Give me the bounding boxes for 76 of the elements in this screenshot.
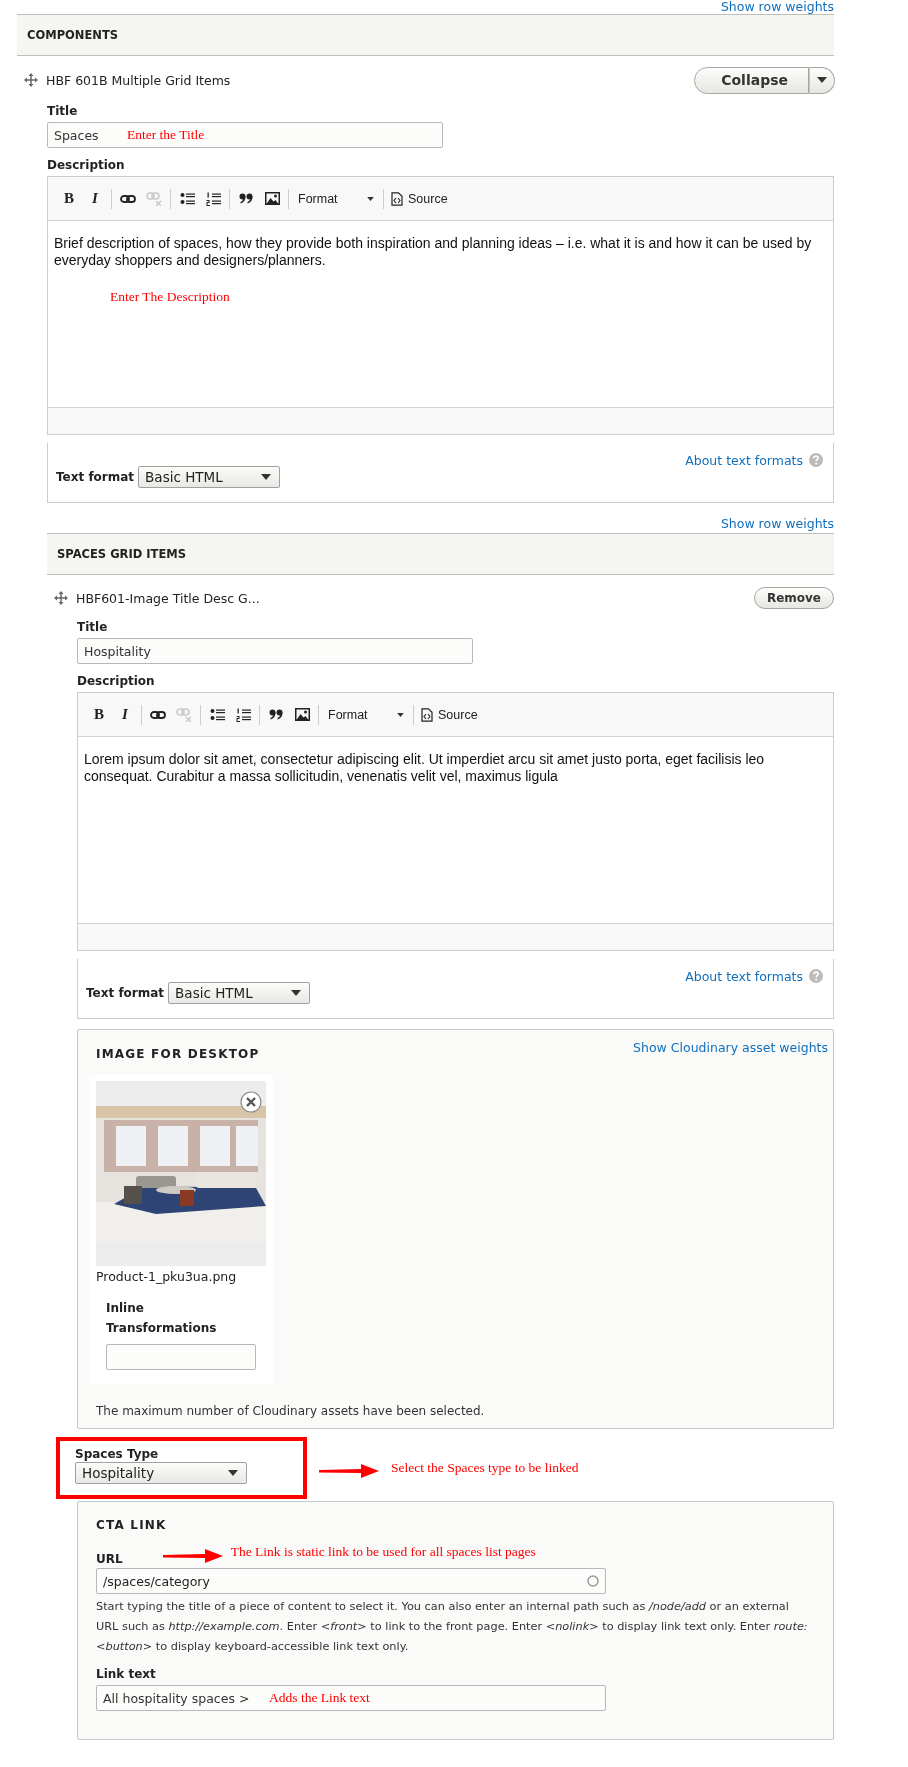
annotation-text: Adds the Link text — [269, 1690, 370, 1706]
unlink-icon — [146, 191, 162, 206]
file-name: Product-1_pku3ua.png — [96, 1269, 238, 1284]
caret-icon — [397, 712, 404, 717]
source-button[interactable]: Source — [417, 701, 482, 728]
annotation-text: Enter the Title — [127, 127, 205, 143]
annotation-arrow — [319, 1464, 379, 1478]
bold-button[interactable]: B — [86, 701, 112, 728]
annotation-text: The Link is static link to be used for all spaces list pages — [230, 1544, 536, 1560]
panel-title: IMAGE FOR DESKTOP — [96, 1047, 260, 1061]
item-title: HBF 601B Multiple Grid Items — [46, 72, 232, 88]
move-icon — [54, 591, 68, 605]
show-row-weights-link[interactable]: Show row weights — [720, 517, 834, 531]
editor-text: Brief description of spaces, how they provide both inspiration and planning ideas – i.e. what it is and how it can be used by everyday shoppers and designers/planners. — [54, 235, 813, 269]
dropdown-button[interactable] — [809, 66, 835, 94]
caret-icon — [817, 77, 827, 83]
title-field[interactable]: Hospitality — [77, 638, 473, 664]
field-label: Description — [47, 158, 126, 172]
help-icon — [809, 969, 823, 983]
caret-icon — [367, 196, 374, 201]
bold-button[interactable]: B — [56, 185, 82, 212]
caret-icon — [291, 989, 302, 996]
link-icon — [120, 193, 136, 204]
transformations-field[interactable] — [106, 1344, 256, 1370]
italic-button[interactable]: I — [112, 701, 138, 728]
move-icon — [24, 73, 38, 87]
field-label: Description — [77, 674, 156, 688]
caret-icon — [228, 1470, 238, 1476]
field-label: Text format — [86, 985, 165, 1000]
format-dropdown[interactable]: Format — [322, 701, 410, 728]
help-icon — [809, 453, 823, 467]
item-title: HBF601-Image Title Desc G... — [76, 590, 261, 606]
select-field[interactable]: Hospitality — [75, 1462, 247, 1484]
about-text-formats-link[interactable]: About text formats — [685, 969, 803, 984]
url-field[interactable]: /spaces/category — [96, 1568, 606, 1594]
select-field[interactable]: Basic HTML — [168, 981, 311, 1004]
field-label: Inline Transformations — [106, 1300, 216, 1337]
section-title: COMPONENTS — [27, 28, 119, 42]
format-dropdown[interactable]: Format — [292, 185, 380, 212]
image-icon — [294, 708, 310, 721]
annotation-arrow — [162, 1549, 223, 1563]
show-asset-weights-link[interactable]: Show Cloudinary asset weights — [633, 1040, 828, 1055]
editor-text: Lorem ipsum dolor sit amet, consectetur adipiscing elit. Ut imperdiet arcu sit amet justo porta, eget facilisis leo consequat. Curabitur a massa sollicitudin, venenatis velit vel, maximus ligula — [84, 751, 766, 785]
loading-icon — [587, 1575, 599, 1587]
image-icon — [264, 192, 280, 205]
field-label: Spaces Type — [75, 1447, 160, 1461]
annotation-text: Select the Spaces type to be linked — [391, 1460, 579, 1476]
quote-icon — [239, 193, 253, 204]
field-label: URL — [96, 1552, 123, 1566]
field-label: Title — [47, 104, 79, 118]
italic-button[interactable]: I — [82, 185, 108, 212]
unlink-icon — [176, 707, 192, 722]
about-text-formats-link[interactable]: About text formats — [685, 453, 803, 468]
bullet-list-icon — [179, 192, 195, 205]
numbered-list-icon — [205, 191, 221, 206]
numbered-list-icon — [235, 707, 251, 722]
section-title: SPACES GRID ITEMS — [57, 547, 186, 561]
source-icon — [421, 707, 433, 722]
panel-title: CTA LINK — [96, 1518, 168, 1532]
source-button[interactable]: Source — [387, 185, 452, 212]
field-label: Link text — [96, 1667, 157, 1681]
link-icon — [150, 709, 166, 720]
help-text: Start typing the title of a piece of content to select it. You can also enter an internal path such as /node/add or an external URL such as http://example.com. Enter <front> to link to the front page. Enter <nolink> to display link text only. Enter route:<button> to display keyboard-accessible link text only. — [96, 1599, 809, 1655]
field-label: Text format — [56, 469, 135, 484]
source-icon — [391, 191, 403, 206]
quote-icon — [269, 709, 283, 720]
field-label: Title — [77, 620, 109, 634]
remove-button[interactable]: Remove — [753, 587, 834, 609]
status-message: The maximum number of Cloudinary assets have been selected. — [96, 1404, 486, 1418]
close-icon[interactable] — [240, 1091, 262, 1113]
select-field[interactable]: Basic HTML — [138, 465, 281, 488]
bullet-list-icon — [209, 708, 225, 721]
caret-icon — [261, 473, 272, 480]
collapse-button[interactable]: Collapse — [694, 66, 809, 94]
annotation-text: Enter The Description — [110, 289, 231, 305]
show-row-weights-link[interactable]: Show row weights — [720, 0, 834, 14]
